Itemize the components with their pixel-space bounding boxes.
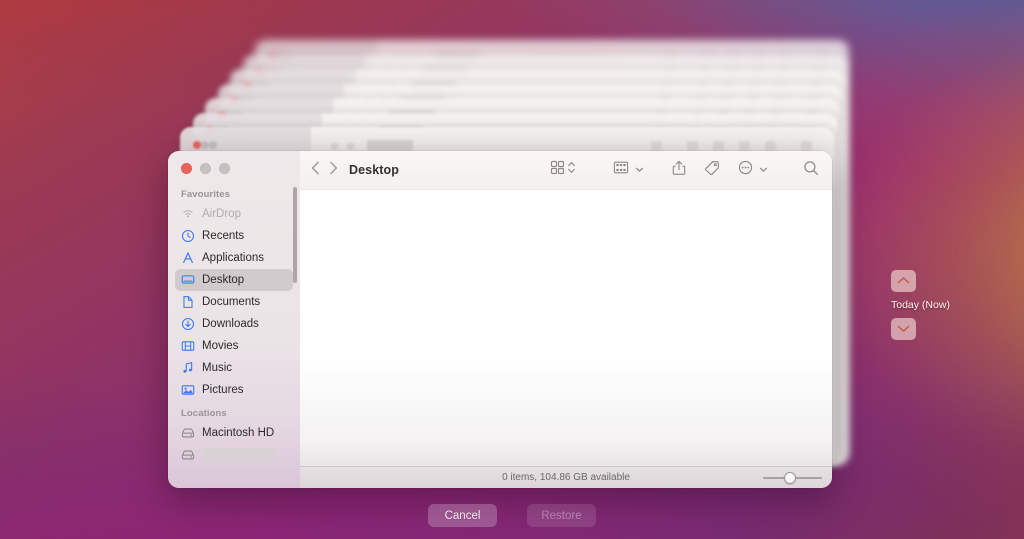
forward-button[interactable] bbox=[329, 161, 338, 180]
sidebar-section-header: Locations bbox=[181, 408, 227, 419]
group-by-icon bbox=[613, 160, 629, 180]
sidebar-section-header: Favourites bbox=[181, 189, 231, 200]
sidebar-item-label: Movies bbox=[202, 340, 239, 352]
airdrop-icon bbox=[181, 207, 195, 221]
close-button[interactable] bbox=[181, 163, 192, 174]
view-mode-button[interactable] bbox=[541, 159, 585, 181]
chevron-down-icon bbox=[897, 320, 910, 338]
sidebar-item-label bbox=[202, 449, 276, 461]
sidebar-item-label: Desktop bbox=[202, 274, 245, 286]
sidebar-item-label: Pictures bbox=[202, 384, 244, 396]
action-bar: Cancel Restore bbox=[0, 504, 1024, 527]
finder-body: Favourites AirDrop Recents Applications … bbox=[168, 151, 832, 488]
sidebar-item-movies[interactable]: Movies bbox=[175, 335, 293, 357]
share-icon bbox=[672, 160, 686, 181]
hard-drive-icon bbox=[181, 448, 195, 462]
desktop-icon bbox=[181, 273, 195, 287]
sidebar-item-label: Downloads bbox=[202, 318, 259, 330]
finder-window: Favourites AirDrop Recents Applications … bbox=[168, 151, 832, 488]
status-text: 0 items, 104.86 GB available bbox=[502, 472, 630, 483]
group-by-button[interactable] bbox=[604, 159, 653, 181]
chevron-up-icon bbox=[897, 272, 910, 290]
tag-button[interactable] bbox=[695, 159, 729, 181]
download-icon bbox=[181, 317, 195, 331]
more-options-button[interactable] bbox=[729, 159, 777, 181]
icon-size-slider[interactable] bbox=[763, 471, 822, 484]
chevron-down-icon bbox=[759, 161, 768, 179]
backup-window-toolbar-glyph bbox=[687, 141, 699, 151]
hard-drive-icon bbox=[181, 426, 195, 440]
document-icon bbox=[181, 295, 195, 309]
share-button[interactable] bbox=[663, 159, 695, 181]
backup-window-toolbar-glyph bbox=[713, 141, 725, 151]
sidebar-item-label: Documents bbox=[202, 296, 261, 308]
sidebar-item-airdrop[interactable]: AirDrop bbox=[175, 203, 293, 225]
backup-window-toolbar-glyph bbox=[801, 141, 813, 151]
sidebar-item-drive[interactable] bbox=[175, 444, 293, 466]
search-button[interactable] bbox=[794, 159, 819, 181]
sidebar-scrollbar[interactable] bbox=[293, 187, 297, 283]
backup-window-toolbar-glyph bbox=[346, 143, 354, 150]
sidebar-item-macintosh-hd[interactable]: Macintosh HD bbox=[175, 422, 293, 444]
toolbar-buttons bbox=[541, 159, 819, 181]
sidebar-item-desktop[interactable]: Desktop bbox=[175, 269, 293, 291]
applications-icon bbox=[181, 251, 195, 265]
sidebar-item-label: Music bbox=[202, 362, 233, 374]
sidebar-item-documents[interactable]: Documents bbox=[175, 291, 293, 313]
backup-window-toolbar-glyph bbox=[330, 143, 338, 150]
clock-icon bbox=[181, 229, 195, 243]
sidebar-item-label: Applications bbox=[202, 252, 265, 264]
sidebar-item-label: AirDrop bbox=[202, 208, 241, 220]
slider-knob[interactable] bbox=[784, 471, 797, 484]
tag-icon bbox=[704, 160, 720, 181]
window-title: Desktop bbox=[349, 163, 400, 177]
timeline-date-label: Today (Now) bbox=[891, 299, 950, 311]
backup-window-toolbar-glyph bbox=[739, 141, 751, 151]
sidebar-item-label: Recents bbox=[202, 230, 245, 242]
sidebar-item-music[interactable]: Music bbox=[175, 357, 293, 379]
backup-window-toolbar-glyph bbox=[651, 141, 663, 151]
timeline-forward-button[interactable] bbox=[891, 318, 916, 340]
sidebar-item-downloads[interactable]: Downloads bbox=[175, 313, 293, 335]
backup-window-toolbar-glyph bbox=[366, 140, 413, 151]
sidebar-item-pictures[interactable]: Pictures bbox=[175, 379, 293, 401]
sidebar-item-recents[interactable]: Recents bbox=[175, 225, 293, 247]
window-controls bbox=[181, 163, 230, 174]
sidebar-item-label: Macintosh HD bbox=[202, 427, 275, 439]
search-icon bbox=[803, 160, 819, 181]
maximize-button[interactable] bbox=[219, 163, 230, 174]
redacted-drive-name bbox=[202, 449, 276, 458]
file-list-area[interactable] bbox=[300, 190, 832, 466]
minimize-button[interactable] bbox=[200, 163, 211, 174]
chevron-up-down-icon bbox=[567, 160, 576, 180]
chevron-down-icon bbox=[635, 161, 644, 179]
music-note-icon bbox=[181, 361, 195, 375]
film-icon bbox=[181, 339, 195, 353]
restore-button: Restore bbox=[527, 504, 596, 527]
sidebar-item-applications[interactable]: Applications bbox=[175, 247, 293, 269]
finder-content-column: Desktop 0 items, 104.86 GB available bbox=[300, 151, 832, 488]
ellipsis-circle-icon bbox=[738, 160, 753, 180]
photo-icon bbox=[181, 383, 195, 397]
back-button[interactable] bbox=[311, 161, 320, 180]
timeline-back-button[interactable] bbox=[891, 270, 916, 292]
backup-window-toolbar-glyph bbox=[765, 141, 777, 151]
finder-sidebar: Favourites AirDrop Recents Applications … bbox=[168, 151, 300, 488]
sidebar-sections: Favourites AirDrop Recents Applications … bbox=[168, 182, 300, 466]
cancel-button[interactable]: Cancel bbox=[428, 504, 497, 527]
finder-toolbar: Desktop bbox=[300, 151, 832, 190]
time-machine-timeline: Today (Now) bbox=[874, 270, 1024, 340]
status-bar: 0 items, 104.86 GB available bbox=[300, 466, 832, 488]
grid-view-icon bbox=[550, 160, 565, 180]
navigation-arrows bbox=[311, 161, 338, 180]
